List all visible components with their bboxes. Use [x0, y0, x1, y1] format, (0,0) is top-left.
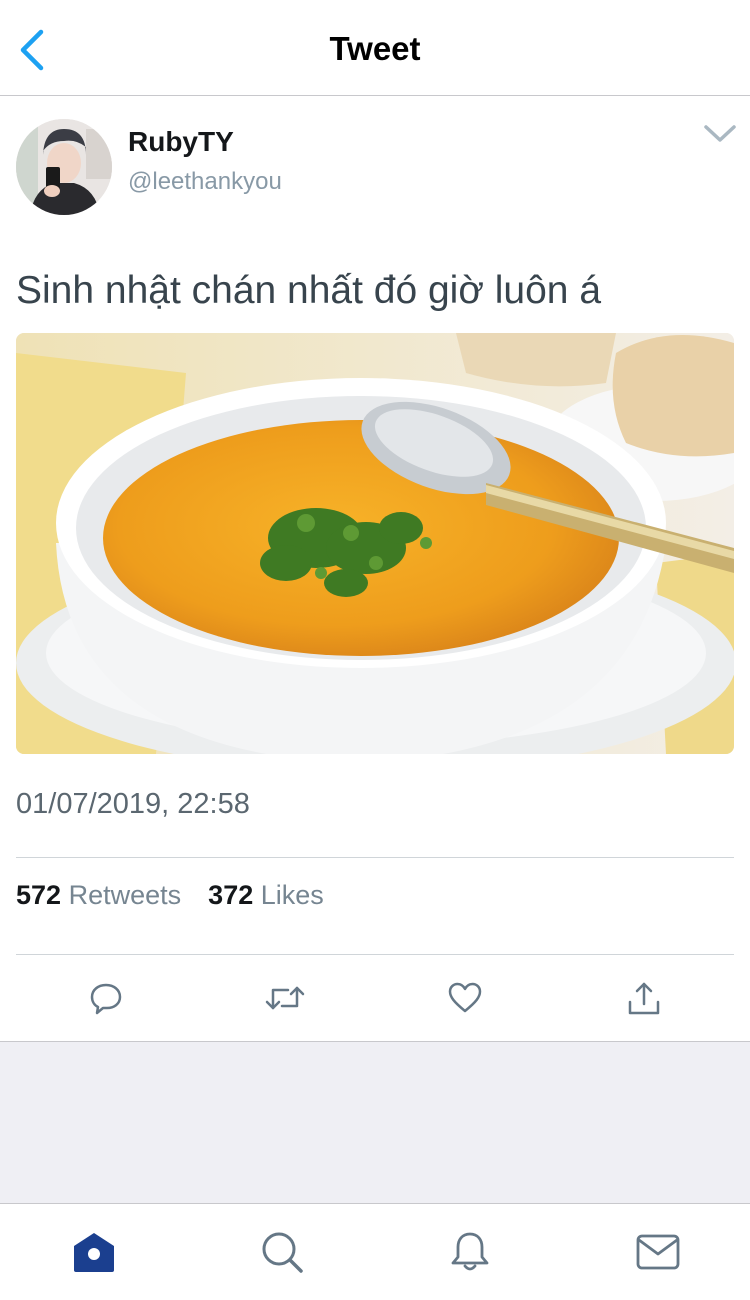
like-icon [448, 982, 482, 1013]
retweets-stat[interactable]: 572 Retweets [16, 880, 189, 910]
home-icon [74, 1233, 114, 1272]
tweet-image[interactable] [16, 333, 734, 754]
tab-home[interactable] [70, 1228, 118, 1276]
share-button[interactable] [622, 976, 666, 1020]
tweet-timestamp: 01/07/2019, 22:58 [16, 788, 250, 820]
page-title: Tweet [329, 30, 421, 67]
likes-label: Likes [260, 880, 324, 910]
tweet-actions [0, 956, 750, 1041]
reply-button[interactable] [84, 976, 128, 1020]
retweet-icon [265, 986, 305, 1010]
messages-icon [636, 1234, 680, 1270]
like-button[interactable] [443, 976, 487, 1020]
tab-messages[interactable] [634, 1228, 682, 1276]
tab-search[interactable] [258, 1228, 306, 1276]
tweet-header: RubyTY @leethankyou [0, 96, 750, 246]
chevron-down-icon [704, 125, 736, 142]
tab-bar [0, 1203, 750, 1300]
likes-count: 372 [208, 880, 254, 910]
search-icon [262, 1232, 303, 1273]
tab-notifications[interactable] [446, 1228, 494, 1276]
notifications-icon [451, 1232, 489, 1271]
tweet-stats: 572 Retweets 372 Likes [16, 880, 324, 911]
tweet-text: Sinh nhật chán nhất đó giờ luôn á [16, 269, 602, 312]
retweets-label: Retweets [68, 880, 182, 910]
likes-stat[interactable]: 372 Likes [208, 880, 324, 910]
reply-icon [90, 983, 122, 1015]
divider [16, 857, 734, 858]
avatar[interactable] [16, 119, 112, 215]
empty-area [0, 1041, 750, 1203]
nav-bar: Tweet [0, 0, 750, 96]
user-handle[interactable]: @leethankyou [128, 168, 282, 196]
retweets-count: 572 [16, 880, 62, 910]
divider [16, 954, 734, 955]
share-icon [628, 982, 660, 1015]
more-options-button[interactable] [702, 122, 738, 146]
retweet-button[interactable] [263, 976, 307, 1020]
display-name[interactable]: RubyTY [128, 126, 234, 158]
